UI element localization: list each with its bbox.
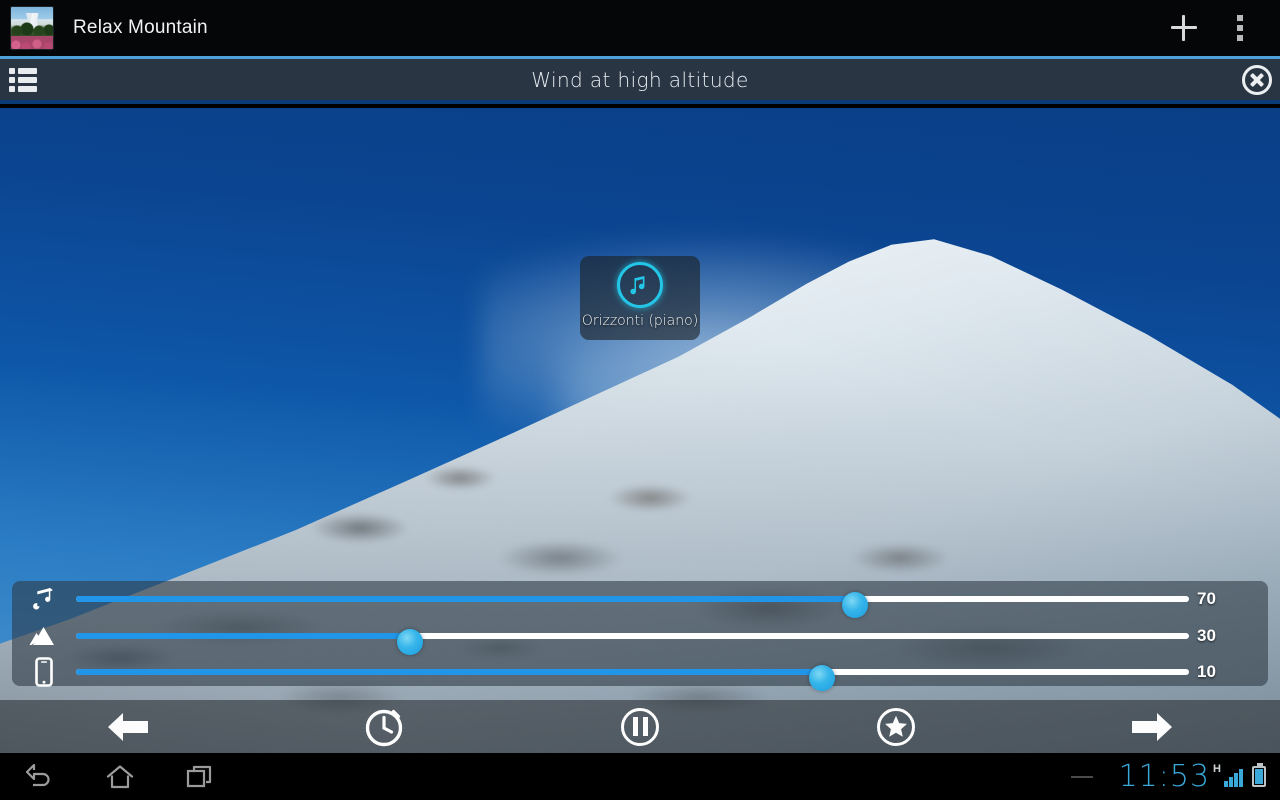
- arrow-right-icon: [1132, 712, 1172, 741]
- mixer-row-ambience: 30: [12, 618, 1268, 655]
- notification-dash-icon: [1070, 775, 1093, 778]
- music-volume-value: 70: [1197, 588, 1216, 608]
- slider-fill: [76, 632, 410, 639]
- app-title: Relax Mountain: [73, 17, 208, 38]
- mixer-row-device: 10: [12, 654, 1268, 691]
- arrow-left-icon: [108, 712, 148, 741]
- system-recents-button[interactable]: [160, 753, 240, 800]
- previous-button[interactable]: [0, 700, 256, 753]
- back-icon: [25, 763, 50, 786]
- add-button[interactable]: [1156, 0, 1212, 56]
- home-icon: [106, 764, 134, 788]
- scene-title: Wind at high altitude: [531, 67, 749, 92]
- app-root: Relax Mountain Wind at high altitude Ori…: [0, 0, 1280, 800]
- device-icon: [12, 656, 76, 687]
- device-volume-slider[interactable]: [76, 657, 1189, 691]
- overflow-dots-icon: [1237, 15, 1243, 41]
- slider-fill: [76, 595, 856, 602]
- pause-circle-icon: [621, 707, 659, 746]
- overflow-menu-button[interactable]: [1212, 0, 1268, 56]
- music-note-icon: [12, 585, 76, 613]
- sound-widget-label: Orizzonti (piano): [581, 313, 699, 329]
- app-thumbnail-flowers: [11, 36, 53, 49]
- sound-widget-orizzonti[interactable]: Orizzonti (piano): [580, 256, 700, 340]
- music-note-circle-icon: [617, 262, 663, 308]
- slider-thumb[interactable]: [396, 628, 423, 655]
- system-back-button[interactable]: [0, 753, 80, 800]
- volume-mixer-panel: 70 30 10: [12, 581, 1268, 691]
- slider-fill: [76, 668, 822, 675]
- slider-thumb[interactable]: [842, 591, 869, 618]
- app-thumbnail-trees: [11, 21, 53, 35]
- scene-bar: Wind at high altitude: [0, 56, 1280, 104]
- mountain-icon: [12, 624, 76, 648]
- clock-icon: [365, 709, 403, 746]
- network-type-label: H: [1213, 763, 1221, 775]
- timer-button[interactable]: [256, 700, 512, 753]
- device-volume-value: 10: [1197, 661, 1216, 681]
- battery-icon: [1252, 763, 1266, 787]
- signal-bars-icon: [1224, 767, 1243, 787]
- system-navigation-bar: 11:53 H: [0, 753, 1280, 800]
- star-circle-icon: [877, 707, 915, 746]
- system-home-button[interactable]: [80, 753, 160, 800]
- transport-bar: [0, 700, 1280, 753]
- slider-thumb[interactable]: [808, 664, 835, 691]
- plus-icon: [1171, 15, 1197, 41]
- close-circle-icon[interactable]: [1242, 64, 1272, 95]
- system-clock[interactable]: 11:53: [1119, 759, 1210, 794]
- ambience-volume-slider[interactable]: [76, 621, 1189, 655]
- app-thumbnail-mountain-flowers[interactable]: [10, 6, 54, 50]
- music-volume-slider[interactable]: [76, 584, 1189, 618]
- recents-icon: [186, 765, 212, 787]
- favorite-button[interactable]: [768, 700, 1024, 753]
- action-bar: Relax Mountain: [0, 0, 1280, 56]
- next-button[interactable]: [1024, 700, 1280, 753]
- pause-button[interactable]: [512, 700, 768, 753]
- mixer-row-music: 70: [12, 581, 1268, 618]
- ambience-volume-value: 30: [1197, 625, 1216, 645]
